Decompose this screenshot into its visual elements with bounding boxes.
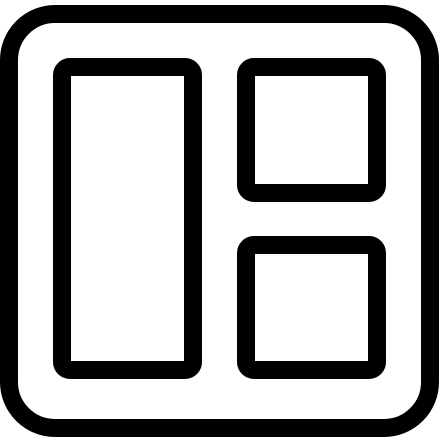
icon-top-right-panel — [237, 58, 386, 202]
icon-bottom-right-panel — [237, 236, 386, 379]
icon-left-panel — [53, 58, 202, 379]
dashboard-layout-icon — [0, 0, 439, 439]
dashboard-layout-icon-graphic — [0, 5, 439, 437]
